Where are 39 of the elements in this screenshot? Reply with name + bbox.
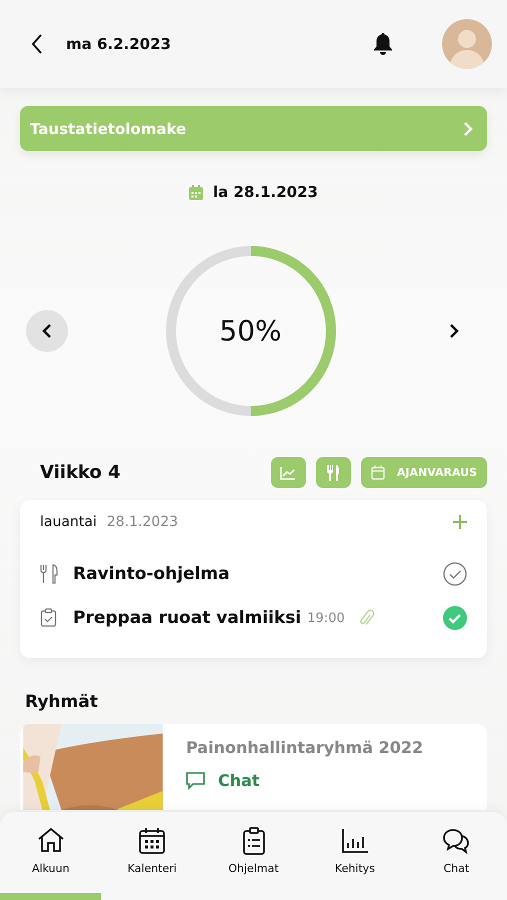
chat-link[interactable]: Chat	[186, 771, 424, 790]
nav-tab[interactable]: Kalenteri	[101, 812, 203, 900]
selected-date: la 28.1.2023	[213, 183, 318, 201]
section-title: Ryhmät	[25, 692, 99, 712]
task-title[interactable]: Ravinto-ohjelma	[73, 564, 230, 584]
header-date: ma 6.2.2023	[66, 35, 171, 53]
back-icon[interactable]	[30, 33, 44, 55]
check-circle-icon[interactable]	[443, 562, 467, 586]
nutrition-button[interactable]	[316, 457, 351, 488]
task-title[interactable]: Preppaa ruoat valmiiksi	[73, 608, 302, 628]
plus-icon[interactable]	[453, 515, 467, 529]
chevron-left-icon	[42, 323, 52, 339]
chevron-right-icon	[463, 120, 473, 136]
chat-icon	[441, 826, 472, 856]
avatar[interactable]	[442, 19, 492, 69]
nav-tab[interactable]: Kehitys	[304, 812, 406, 900]
week-title: Viikko 4	[40, 462, 121, 483]
chevron-right-icon	[449, 323, 459, 339]
group-card[interactable]: Painonhallintaryhmä 2022 Chat	[20, 724, 487, 810]
task-time: 19:00	[307, 610, 345, 626]
nav-tab[interactable]: Ohjelmat	[202, 812, 304, 900]
chart-button[interactable]	[270, 457, 306, 488]
calendar-icon	[189, 184, 204, 200]
cutlery-icon	[40, 564, 59, 584]
nav-tab[interactable]: Chat	[406, 812, 507, 900]
card-date: 28.1.2023	[106, 514, 178, 530]
progress-percentage: 50%	[219, 314, 282, 348]
checked-circle-icon[interactable]	[443, 606, 467, 630]
nav-tab[interactable]: Alkuun	[0, 812, 102, 900]
bell-icon[interactable]	[372, 32, 394, 56]
cutlery-icon	[326, 464, 340, 480]
clipboard-check-icon	[40, 608, 59, 628]
group-name: Painonhallintaryhmä 2022	[186, 738, 424, 757]
bar-chart-icon	[340, 826, 370, 856]
calendar-icon	[137, 826, 168, 856]
weekday-label: lauantai	[40, 514, 97, 530]
chart-icon	[280, 466, 296, 480]
previous-day-button[interactable]	[26, 310, 68, 352]
calendar-icon	[370, 465, 385, 480]
